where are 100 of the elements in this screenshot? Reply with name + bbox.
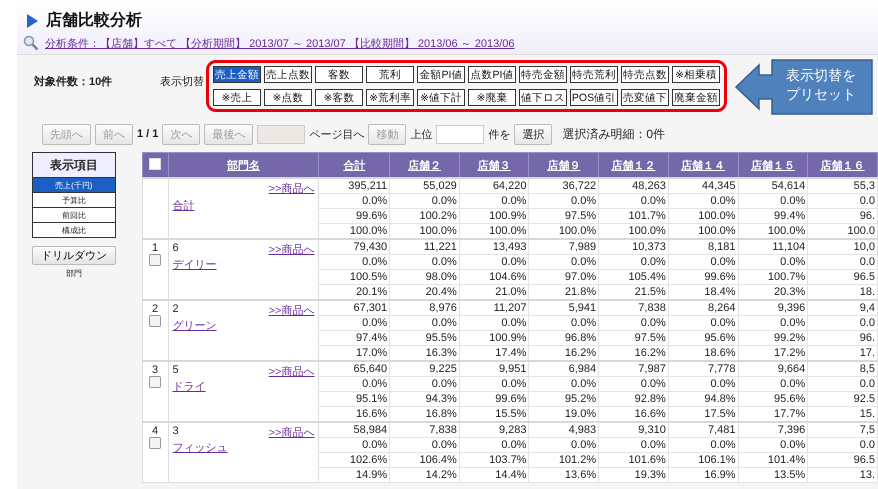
metric-button[interactable]: 特売点数: [621, 66, 669, 83]
pager-text: 1 / 1: [137, 128, 158, 140]
value-cell: 0.0%: [598, 254, 668, 270]
metric-button[interactable]: 売上点数: [264, 66, 312, 83]
display-item[interactable]: 予算比: [32, 193, 116, 208]
value-cell: 55,029: [390, 178, 460, 194]
value-cell: 0.0%: [738, 316, 808, 330]
pager-button[interactable]: 選択: [514, 124, 552, 144]
column-header-link[interactable]: 合計: [343, 160, 366, 172]
value-cell: 16.9%: [668, 468, 738, 482]
value-cell: 7,989: [528, 239, 599, 254]
value-cell: 95.2%: [528, 392, 599, 406]
product-link[interactable]: >>商品へ: [268, 242, 314, 257]
condition-link[interactable]: 分析条件：【店舗】すべて 【分析期間】 2013/07 ～ 2013/07 【比較期間】 2013/06 ～ 2013/06: [45, 36, 514, 50]
value-cell: 0.0%: [459, 376, 529, 392]
column-header-link[interactable]: 部門名: [227, 160, 260, 172]
value-cell: 96.5: [808, 270, 878, 284]
value-cell: 101.7%: [598, 208, 668, 224]
value-cell: 65,640: [318, 361, 390, 376]
value-cell: 7,987: [598, 361, 668, 376]
value-cell: 0.0%: [390, 194, 460, 208]
metric-button[interactable]: 点数PI値: [468, 66, 516, 83]
value-cell: 100.0%: [668, 208, 738, 224]
value-cell: 92.8%: [598, 392, 668, 406]
value-cell: 0.0%: [668, 376, 738, 392]
display-item[interactable]: 前回比: [32, 208, 116, 223]
value-cell: 92.5: [808, 392, 878, 406]
value-cell: 0.0: [808, 438, 878, 452]
value-cell: 11,221: [390, 239, 460, 254]
value-cell: 0.0%: [598, 376, 668, 392]
value-cell: 96.: [808, 208, 878, 224]
metric-button[interactable]: ※廃棄: [468, 89, 516, 106]
product-link[interactable]: >>商品へ: [268, 181, 314, 196]
value-cell: 0.0: [808, 316, 878, 330]
value-cell: 99.4%: [738, 208, 808, 224]
display-item[interactable]: 構成比: [32, 223, 116, 238]
metric-button[interactable]: ※荒利率: [366, 89, 414, 106]
metric-button[interactable]: 客数: [315, 66, 363, 83]
value-cell: 0.0%: [738, 376, 808, 392]
select-all-checkbox[interactable]: [149, 158, 162, 170]
product-link[interactable]: >>商品へ: [268, 303, 314, 318]
metric-button[interactable]: POS値引: [570, 89, 618, 106]
metric-button[interactable]: 廃棄金額: [672, 89, 720, 106]
value-cell: 94.3%: [390, 392, 460, 406]
value-cell: 0.0%: [528, 194, 599, 208]
metric-button[interactable]: 特売金額: [519, 66, 567, 83]
metric-button[interactable]: ※客数: [315, 89, 363, 106]
metric-button[interactable]: ※点数: [264, 89, 312, 106]
department-link[interactable]: フィッシュ: [172, 440, 228, 455]
department-code: 3: [172, 425, 179, 439]
display-item[interactable]: 売上(千円): [32, 178, 116, 193]
row-checkbox[interactable]: [149, 437, 162, 449]
metric-button[interactable]: 売上金額: [213, 66, 261, 83]
department-code: 6: [172, 242, 179, 256]
metric-button[interactable]: ※売上: [213, 89, 261, 106]
value-cell: 0.0%: [390, 376, 460, 392]
metric-button[interactable]: 金額PI値: [417, 66, 465, 83]
metric-button[interactable]: ※相乗積: [672, 66, 720, 83]
metric-button[interactable]: 値下ロス: [519, 89, 567, 106]
department-link[interactable]: ドライ: [172, 379, 206, 394]
value-cell: 102.6%: [318, 452, 390, 468]
value-cell: 14.4%: [459, 468, 529, 482]
row-number: 2: [151, 303, 160, 315]
department-link[interactable]: 合計: [172, 198, 195, 213]
value-cell: 14.2%: [390, 468, 460, 482]
value-cell: 36,722: [528, 178, 599, 194]
value-cell: 95.5%: [390, 330, 460, 346]
search-icon: [23, 35, 39, 51]
value-cell: 0.0%: [738, 438, 808, 452]
value-cell: 55,3: [808, 178, 878, 194]
value-cell: 9,951: [459, 361, 529, 376]
metric-button[interactable]: 売変値下: [621, 89, 669, 106]
value-cell: 95.6%: [668, 330, 738, 346]
value-cell: 0.0%: [318, 438, 390, 452]
product-link[interactable]: >>商品へ: [268, 364, 314, 379]
product-link[interactable]: >>商品へ: [268, 425, 314, 440]
value-cell: 8,976: [390, 300, 460, 316]
value-cell: 11,207: [459, 300, 529, 316]
value-cell: 95.6%: [738, 392, 808, 406]
metric-button[interactable]: 荒利: [366, 66, 414, 83]
row-checkbox[interactable]: [149, 376, 162, 388]
value-cell: 104.6%: [459, 270, 529, 284]
number-field[interactable]: [436, 124, 484, 144]
value-cell: 7,5: [808, 422, 878, 438]
value-cell: 103.7%: [459, 452, 529, 468]
value-cell: 0.0%: [459, 254, 529, 270]
value-cell: 99.6%: [318, 208, 390, 224]
value-cell: 99.6%: [459, 392, 529, 406]
department-link[interactable]: グリーン: [172, 318, 217, 333]
row-checkbox[interactable]: [149, 254, 162, 266]
row-checkbox[interactable]: [149, 315, 162, 327]
value-cell: 9,396: [738, 300, 808, 316]
value-cell: 5,941: [528, 300, 599, 316]
metric-button[interactable]: 特売荒利: [570, 66, 618, 83]
value-cell: 98.0%: [390, 270, 460, 284]
value-cell: 94.8%: [668, 392, 738, 406]
metric-button[interactable]: ※値下計: [417, 89, 465, 106]
department-link[interactable]: デイリー: [172, 257, 217, 272]
value-cell: 9,310: [598, 422, 668, 438]
drilldown-button[interactable]: ドリルダウン: [32, 246, 116, 265]
